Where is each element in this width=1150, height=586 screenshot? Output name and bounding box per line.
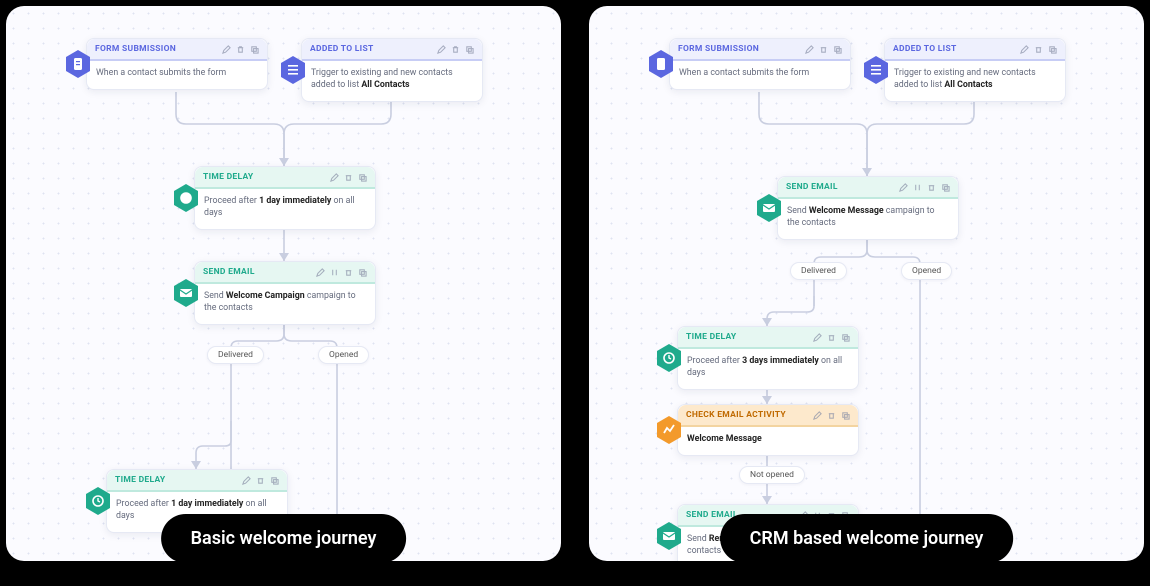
node-time-delay[interactable]: TIME DELAY Proceed after 3 days immediat… — [677, 326, 859, 390]
copy-icon — [465, 45, 474, 54]
copy-icon — [358, 173, 367, 182]
branch-opened[interactable]: Opened — [318, 346, 369, 364]
list-icon — [280, 55, 306, 85]
node-form-submission[interactable]: FORM SUBMISSION When a contact submits t… — [669, 38, 851, 90]
copy-icon — [833, 45, 842, 54]
delete-icon — [827, 411, 836, 420]
node-title: TIME DELAY — [115, 475, 166, 485]
node-send-email-welcome[interactable]: SEND EMAIL Send Welcome Message campaign… — [777, 176, 959, 240]
copy-icon — [841, 411, 850, 420]
edit-icon — [222, 45, 231, 54]
copy-icon — [941, 183, 950, 192]
node-title: SEND EMAIL — [786, 182, 838, 192]
node-desc: When a contact submits the form — [670, 61, 850, 89]
node-actions[interactable] — [330, 173, 367, 182]
form-icon — [65, 49, 91, 79]
edit-icon — [437, 45, 446, 54]
node-desc: Welcome Message — [678, 427, 858, 455]
node-actions[interactable] — [813, 333, 850, 342]
node-title: TIME DELAY — [203, 172, 254, 182]
node-actions[interactable] — [437, 45, 474, 54]
edit-icon — [242, 476, 251, 485]
edit-icon — [805, 45, 814, 54]
node-time-delay[interactable]: TIME DELAY Proceed after 1 day immediate… — [194, 166, 376, 230]
mail-icon — [173, 278, 199, 308]
node-actions[interactable] — [805, 45, 842, 54]
node-added-to-list[interactable]: ADDED TO LIST Trigger to existing and ne… — [884, 38, 1066, 102]
pause-icon — [330, 268, 339, 277]
delete-icon — [1034, 45, 1043, 54]
delete-icon — [344, 268, 353, 277]
clock-icon — [656, 343, 682, 373]
node-actions[interactable] — [813, 411, 850, 420]
node-desc: Proceed after 1 day immediately on all d… — [195, 189, 375, 229]
edit-icon — [813, 333, 822, 342]
node-desc: Send Welcome Campaign campaign to the co… — [195, 284, 375, 324]
copy-icon — [358, 268, 367, 277]
edit-icon — [1020, 45, 1029, 54]
node-desc: Trigger to existing and new contacts add… — [302, 61, 482, 101]
node-actions[interactable] — [222, 45, 259, 54]
node-desc: Send Welcome Message campaign to the con… — [778, 199, 958, 239]
node-title: CHECK EMAIL ACTIVITY — [686, 410, 786, 420]
node-desc: When a contact submits the form — [87, 61, 267, 89]
clock-icon — [173, 183, 199, 213]
edit-icon — [899, 183, 908, 192]
caption-crm: CRM based welcome journey — [720, 514, 1014, 561]
branch-not-opened[interactable]: Not opened — [739, 466, 805, 484]
delete-icon — [827, 333, 836, 342]
node-actions[interactable] — [316, 268, 367, 277]
mail-icon — [756, 193, 782, 223]
copy-icon — [841, 333, 850, 342]
branch-delivered[interactable]: Delivered — [790, 262, 847, 280]
edit-icon — [813, 411, 822, 420]
delete-icon — [236, 45, 245, 54]
node-title: TIME DELAY — [686, 332, 737, 342]
mail-icon — [656, 521, 682, 551]
clock-icon — [85, 486, 111, 516]
node-title: FORM SUBMISSION — [678, 44, 759, 54]
delete-icon — [256, 476, 265, 485]
node-form-submission[interactable]: FORM SUBMISSION When a contact submits t… — [86, 38, 268, 90]
node-actions[interactable] — [899, 183, 950, 192]
canvas-crm: FORM SUBMISSION When a contact submits t… — [589, 6, 1144, 561]
panel-basic-journey: FORM SUBMISSION When a contact submits t… — [6, 6, 561, 561]
canvas-basic: FORM SUBMISSION When a contact submits t… — [6, 6, 561, 561]
copy-icon — [250, 45, 259, 54]
node-added-to-list[interactable]: ADDED TO LIST Trigger to existing and ne… — [301, 38, 483, 102]
node-check-email-activity[interactable]: CHECK EMAIL ACTIVITY Welcome Message — [677, 404, 859, 456]
copy-icon — [1048, 45, 1057, 54]
node-desc: Trigger to existing and new contacts add… — [885, 61, 1065, 101]
pause-icon — [913, 183, 922, 192]
delete-icon — [819, 45, 828, 54]
node-send-email[interactable]: SEND EMAIL Send Welcome Campaign campaig… — [194, 261, 376, 325]
edit-icon — [330, 173, 339, 182]
node-title: ADDED TO LIST — [893, 44, 957, 54]
node-actions[interactable] — [242, 476, 279, 485]
delete-icon — [344, 173, 353, 182]
copy-icon — [270, 476, 279, 485]
comparison-stage: FORM SUBMISSION When a contact submits t… — [0, 0, 1150, 586]
delete-icon — [927, 183, 936, 192]
delete-icon — [451, 45, 460, 54]
panel-crm-journey: FORM SUBMISSION When a contact submits t… — [589, 6, 1144, 561]
list-icon — [863, 55, 889, 85]
node-title: SEND EMAIL — [203, 267, 255, 277]
node-actions[interactable] — [1020, 45, 1057, 54]
node-title: FORM SUBMISSION — [95, 44, 176, 54]
branch-delivered[interactable]: Delivered — [207, 346, 264, 364]
edit-icon — [316, 268, 325, 277]
caption-basic: Basic welcome journey — [161, 514, 407, 561]
form-icon — [648, 49, 674, 79]
node-desc: Proceed after 3 days immediately on all … — [678, 349, 858, 389]
branch-opened[interactable]: Opened — [901, 262, 952, 280]
activity-icon — [656, 415, 682, 445]
node-title: ADDED TO LIST — [310, 44, 374, 54]
